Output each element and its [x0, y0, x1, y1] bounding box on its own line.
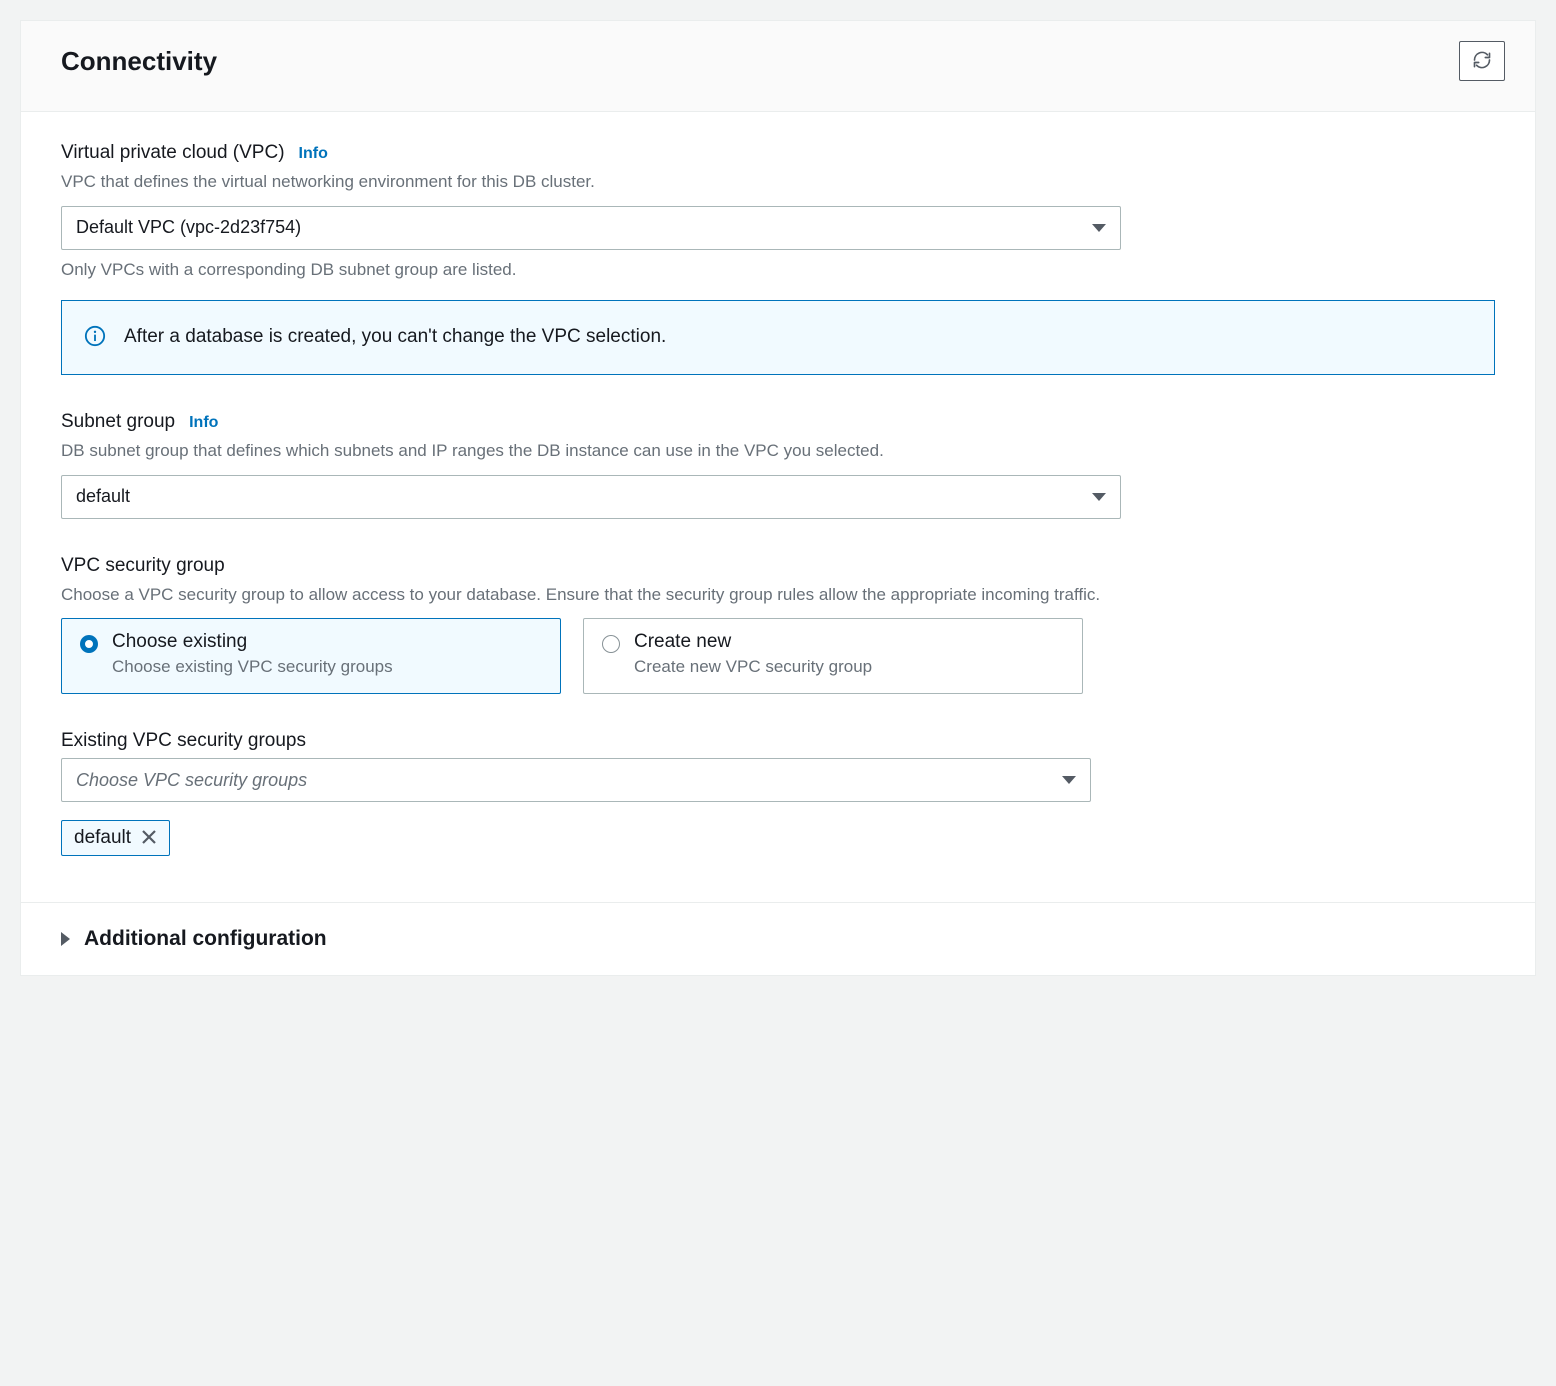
subnet-select[interactable]: default [61, 475, 1121, 519]
panel-body: Virtual private cloud (VPC) Info VPC tha… [21, 112, 1535, 902]
vpc-label: Virtual private cloud (VPC) [61, 142, 285, 164]
panel-footer: Additional configuration [21, 902, 1535, 975]
close-icon [141, 829, 157, 848]
option-title: Choose existing [112, 631, 393, 653]
existing-groups-placeholder: Choose VPC security groups [76, 770, 307, 791]
vpc-select-value: Default VPC (vpc-2d23f754) [76, 217, 301, 238]
security-group-field: VPC security group Choose a VPC security… [61, 555, 1495, 695]
option-choose-existing[interactable]: Choose existing Choose existing VPC secu… [61, 618, 561, 694]
radio-icon [80, 635, 98, 653]
existing-groups-label: Existing VPC security groups [61, 730, 306, 752]
subnet-desc: DB subnet group that defines which subne… [61, 439, 1495, 463]
refresh-icon [1472, 50, 1492, 73]
subnet-info-link[interactable]: Info [189, 414, 218, 432]
additional-config-label: Additional configuration [84, 927, 327, 951]
caret-down-icon [1092, 493, 1106, 501]
option-title: Create new [634, 631, 872, 653]
connectivity-panel: Connectivity Virtual private cloud (VPC)… [20, 20, 1536, 976]
info-icon [84, 325, 106, 350]
token-dismiss-button[interactable] [141, 829, 157, 848]
existing-groups-select[interactable]: Choose VPC security groups [61, 758, 1091, 802]
vpc-info-link[interactable]: Info [299, 145, 328, 163]
refresh-button[interactable] [1459, 41, 1505, 81]
security-group-token: default [61, 820, 170, 856]
vpc-hint: Only VPCs with a corresponding DB subnet… [61, 260, 1495, 280]
vpc-alert: After a database is created, you can't c… [61, 300, 1495, 375]
alert-text: After a database is created, you can't c… [124, 326, 666, 348]
security-group-options: Choose existing Choose existing VPC secu… [61, 618, 1495, 694]
subnet-label: Subnet group [61, 411, 175, 433]
existing-groups-field: Existing VPC security groups Choose VPC … [61, 730, 1495, 856]
option-create-new[interactable]: Create new Create new VPC security group [583, 618, 1083, 694]
triangle-right-icon [61, 932, 70, 946]
vpc-select[interactable]: Default VPC (vpc-2d23f754) [61, 206, 1121, 250]
token-label: default [74, 827, 131, 849]
option-desc: Choose existing VPC security groups [112, 657, 393, 677]
panel-header: Connectivity [21, 21, 1535, 112]
vpc-field: Virtual private cloud (VPC) Info VPC tha… [61, 142, 1495, 280]
subnet-field: Subnet group Info DB subnet group that d… [61, 411, 1495, 519]
caret-down-icon [1092, 224, 1106, 232]
security-group-desc: Choose a VPC security group to allow acc… [61, 583, 1495, 607]
vpc-desc: VPC that defines the virtual networking … [61, 170, 1495, 194]
option-desc: Create new VPC security group [634, 657, 872, 677]
additional-config-toggle[interactable]: Additional configuration [61, 927, 1495, 951]
radio-icon [602, 635, 620, 653]
panel-title: Connectivity [61, 46, 217, 77]
subnet-select-value: default [76, 486, 130, 507]
caret-down-icon [1062, 776, 1076, 784]
security-group-label: VPC security group [61, 555, 225, 577]
